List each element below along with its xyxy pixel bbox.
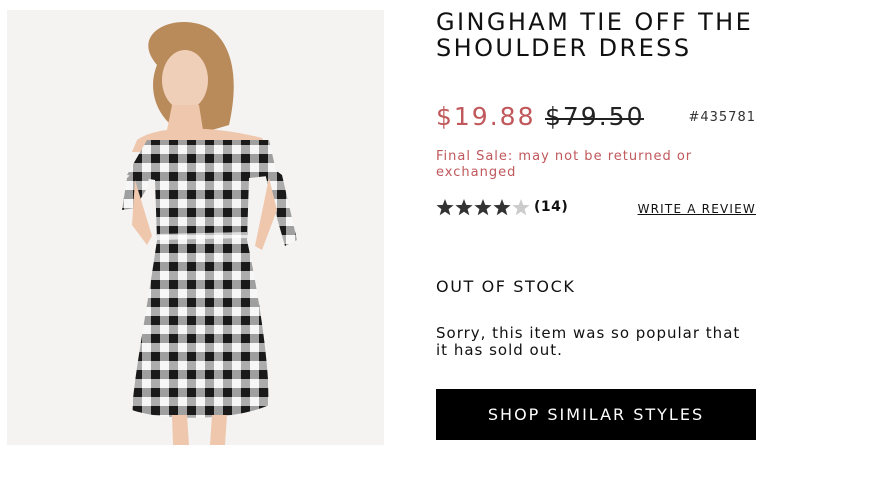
write-review-link[interactable]: WRITE A REVIEW [638, 202, 756, 216]
shop-similar-styles-button[interactable]: SHOP SIMILAR STYLES [436, 389, 756, 440]
product-image[interactable] [7, 10, 384, 445]
stock-status: OUT OF STOCK [436, 277, 576, 296]
product-title: GINGHAM TIE OFF THE SHOULDER DRESS [436, 8, 754, 62]
star-filled-icon [474, 199, 492, 216]
review-count[interactable]: (14) [534, 199, 568, 215]
original-price: $79.50 [545, 102, 645, 131]
star-rating[interactable] [436, 198, 532, 218]
sold-out-message: Sorry, this item was so popular that it … [436, 324, 741, 359]
star-filled-icon [493, 199, 511, 216]
star-filled-icon [455, 199, 473, 216]
dress-photo [7, 10, 384, 445]
rating-row: (14) WRITE A REVIEW [436, 198, 756, 218]
price-row: $19.88 $79.50 #435781 [436, 100, 756, 134]
star-empty-icon [512, 199, 530, 216]
product-sku: #435781 [688, 110, 756, 125]
star-filled-icon [436, 199, 454, 216]
sale-price: $19.88 [436, 102, 536, 131]
final-sale-note: Final Sale: may not be returned or excha… [436, 149, 693, 180]
